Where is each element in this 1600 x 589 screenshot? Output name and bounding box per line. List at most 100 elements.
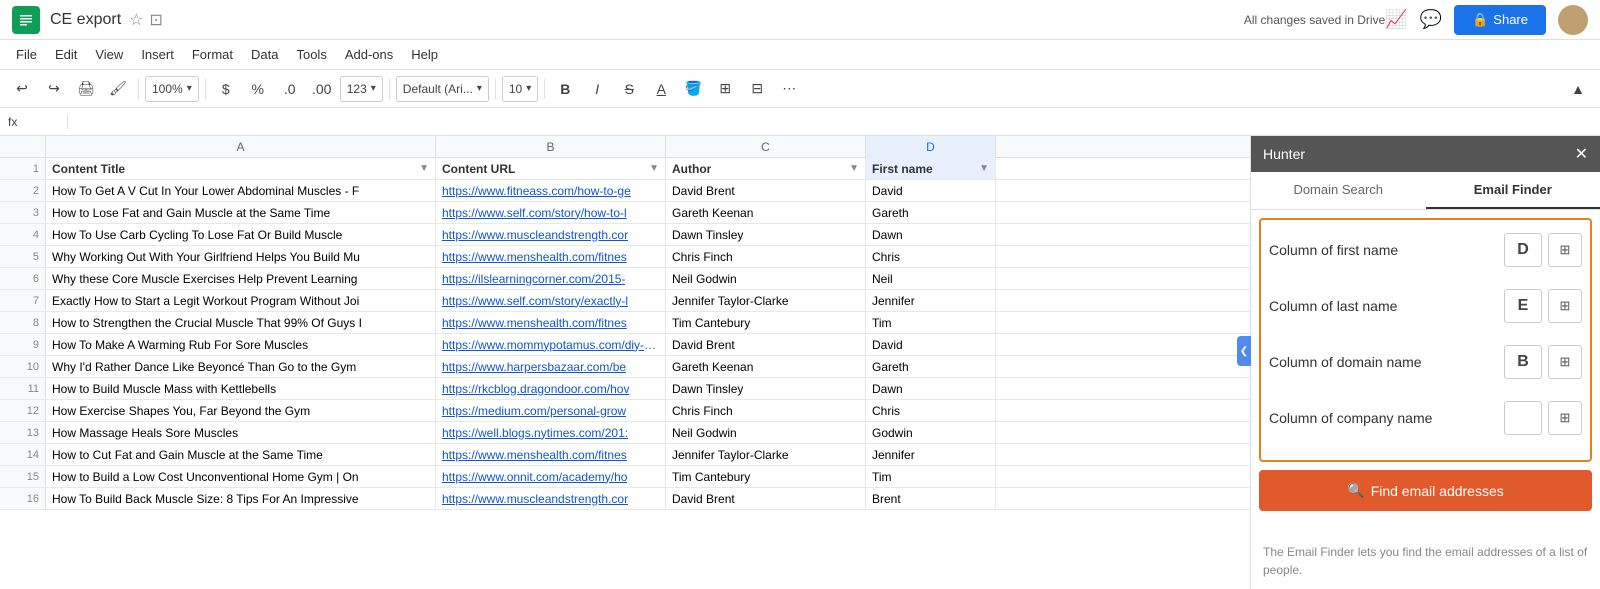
menu-insert[interactable]: Insert — [133, 44, 182, 65]
comment-icon[interactable]: 💬 — [1420, 9, 1442, 30]
tab-domain-search[interactable]: Domain Search — [1251, 172, 1426, 209]
cell-content-author[interactable]: Dawn Tinsley — [666, 224, 866, 245]
cell-content-url[interactable]: https://rkcblog.dragondoor.com/hov — [436, 378, 666, 399]
cell-content-author[interactable]: Tim Cantebury — [666, 466, 866, 487]
folder-icon[interactable]: ⊡ — [149, 10, 162, 30]
menu-file[interactable]: File — [8, 44, 45, 65]
cell-content-url[interactable]: https://www.menshealth.com/fitnes — [436, 312, 666, 333]
field-grid-lastname[interactable]: ⊞ — [1548, 289, 1582, 323]
fontsize-dropdown[interactable]: 10 ▾ — [502, 76, 538, 102]
avatar[interactable] — [1558, 5, 1588, 35]
cell-content-firstname[interactable]: Gareth — [866, 202, 996, 223]
cell-content-author[interactable]: David Brent — [666, 180, 866, 201]
field-badge-firstname[interactable]: D — [1504, 233, 1542, 267]
cell-content-firstname[interactable]: Jennifer — [866, 290, 996, 311]
cell-content-title[interactable]: Why Working Out With Your Girlfriend Hel… — [46, 246, 436, 267]
undo-button[interactable]: ↩ — [8, 75, 36, 103]
sort-icon-c[interactable]: ▼ — [849, 163, 859, 174]
currency-button[interactable]: $ — [212, 75, 240, 103]
cell-content-url[interactable]: Content URL ▼ — [436, 158, 666, 179]
expand-tab[interactable]: ❮ — [1237, 336, 1251, 366]
cell-content-firstname[interactable]: David — [866, 334, 996, 355]
cell-content-author[interactable]: Tim Cantebury — [666, 312, 866, 333]
zoom-dropdown[interactable]: 100% ▾ — [145, 76, 199, 102]
cell-content-title[interactable]: Content Title ▼ — [46, 158, 436, 179]
fill-color-button[interactable]: 🪣 — [679, 75, 707, 103]
cell-content-title[interactable]: Why these Core Muscle Exercises Help Pre… — [46, 268, 436, 289]
star-icon[interactable]: ☆ — [129, 10, 143, 30]
hunter-close-button[interactable]: ✕ — [1575, 144, 1588, 164]
field-grid-domain[interactable]: ⊞ — [1548, 345, 1582, 379]
cell-content-firstname[interactable]: Tim — [866, 466, 996, 487]
cell-content-title[interactable]: Exactly How to Start a Legit Workout Pro… — [46, 290, 436, 311]
cell-content-author[interactable]: Gareth Keenan — [666, 202, 866, 223]
share-button[interactable]: 🔒 Share — [1454, 5, 1546, 35]
strikethrough-button[interactable]: S — [615, 75, 643, 103]
cell-content-author[interactable]: David Brent — [666, 334, 866, 355]
sort-icon-a[interactable]: ▼ — [419, 163, 429, 174]
cell-content-title[interactable]: How To Make A Warming Rub For Sore Muscl… — [46, 334, 436, 355]
tab-email-finder[interactable]: Email Finder — [1426, 172, 1600, 209]
cell-content-firstname[interactable]: Tim — [866, 312, 996, 333]
cell-content-title[interactable]: How To Build Back Muscle Size: 8 Tips Fo… — [46, 488, 436, 509]
field-grid-firstname[interactable]: ⊞ — [1548, 233, 1582, 267]
cell-content-firstname[interactable]: First name ▼ — [866, 158, 996, 179]
font-dropdown[interactable]: Default (Ari... ▾ — [396, 76, 489, 102]
cell-content-author[interactable]: Neil Godwin — [666, 422, 866, 443]
paint-format-button[interactable]: 🖌 — [104, 75, 132, 103]
cell-content-url[interactable]: https://ilslearningcorner.com/2015- — [436, 268, 666, 289]
cell-content-url[interactable]: https://www.self.com/story/how-to-l — [436, 202, 666, 223]
italic-button[interactable]: I — [583, 75, 611, 103]
col-header-d[interactable]: D — [866, 136, 996, 158]
cell-content-firstname[interactable]: Chris — [866, 400, 996, 421]
cell-content-title[interactable]: How Exercise Shapes You, Far Beyond the … — [46, 400, 436, 421]
menu-help[interactable]: Help — [403, 44, 446, 65]
print-button[interactable]: 🖨 — [72, 75, 100, 103]
cell-content-title[interactable]: How To Get A V Cut In Your Lower Abdomin… — [46, 180, 436, 201]
percent-button[interactable]: % — [244, 75, 272, 103]
field-badge-domain[interactable]: B — [1504, 345, 1542, 379]
cell-content-author[interactable]: Jennifer Taylor-Clarke — [666, 290, 866, 311]
cell-content-author[interactable]: Chris Finch — [666, 400, 866, 421]
find-email-button[interactable]: 🔍 Find email addresses — [1259, 470, 1592, 511]
menu-data[interactable]: Data — [243, 44, 286, 65]
sort-icon-b[interactable]: ▼ — [649, 163, 659, 174]
sort-icon-d[interactable]: ▼ — [979, 163, 989, 174]
cell-content-url[interactable]: https://www.fitneass.com/how-to-ge — [436, 180, 666, 201]
menu-view[interactable]: View — [87, 44, 131, 65]
collapse-toolbar[interactable]: ▲ — [1564, 75, 1592, 103]
cell-content-author[interactable]: Dawn Tinsley — [666, 378, 866, 399]
cell-content-url[interactable]: https://www.onnit.com/academy/ho — [436, 466, 666, 487]
underline-button[interactable]: A — [647, 75, 675, 103]
cell-content-firstname[interactable]: David — [866, 180, 996, 201]
field-badge-lastname[interactable]: E — [1504, 289, 1542, 323]
field-badge-company[interactable] — [1504, 401, 1542, 435]
cell-content-url[interactable]: https://www.harpersbazaar.com/be — [436, 356, 666, 377]
cell-content-title[interactable]: How to Cut Fat and Gain Muscle at the Sa… — [46, 444, 436, 465]
bold-button[interactable]: B — [551, 75, 579, 103]
cell-content-firstname[interactable]: Jennifer — [866, 444, 996, 465]
cell-content-firstname[interactable]: Brent — [866, 488, 996, 509]
format-dropdown[interactable]: 123 ▾ — [340, 76, 383, 102]
cell-content-author[interactable]: Neil Godwin — [666, 268, 866, 289]
cell-content-url[interactable]: https://medium.com/personal-grow — [436, 400, 666, 421]
cell-content-author[interactable]: Author ▼ — [666, 158, 866, 179]
cell-content-url[interactable]: https://www.muscleandstrength.cor — [436, 224, 666, 245]
menu-addons[interactable]: Add-ons — [337, 44, 401, 65]
menu-format[interactable]: Format — [184, 44, 241, 65]
cell-content-author[interactable]: Gareth Keenan — [666, 356, 866, 377]
decimal-more-button[interactable]: .00 — [308, 75, 336, 103]
cell-content-url[interactable]: https://well.blogs.nytimes.com/201: — [436, 422, 666, 443]
cell-reference[interactable]: fx — [8, 115, 68, 129]
cell-content-firstname[interactable]: Chris — [866, 246, 996, 267]
cell-content-title[interactable]: How to Lose Fat and Gain Muscle at the S… — [46, 202, 436, 223]
cell-content-url[interactable]: https://www.self.com/story/exactly-l — [436, 290, 666, 311]
col-header-a[interactable]: A — [46, 136, 436, 158]
cell-content-author[interactable]: Chris Finch — [666, 246, 866, 267]
cell-content-url[interactable]: https://www.menshealth.com/fitnes — [436, 246, 666, 267]
cell-content-title[interactable]: How To Use Carb Cycling To Lose Fat Or B… — [46, 224, 436, 245]
cell-content-title[interactable]: How to Build a Low Cost Unconventional H… — [46, 466, 436, 487]
menu-tools[interactable]: Tools — [288, 44, 334, 65]
borders-button[interactable]: ⊞ — [711, 75, 739, 103]
cell-content-url[interactable]: https://www.menshealth.com/fitnes — [436, 444, 666, 465]
